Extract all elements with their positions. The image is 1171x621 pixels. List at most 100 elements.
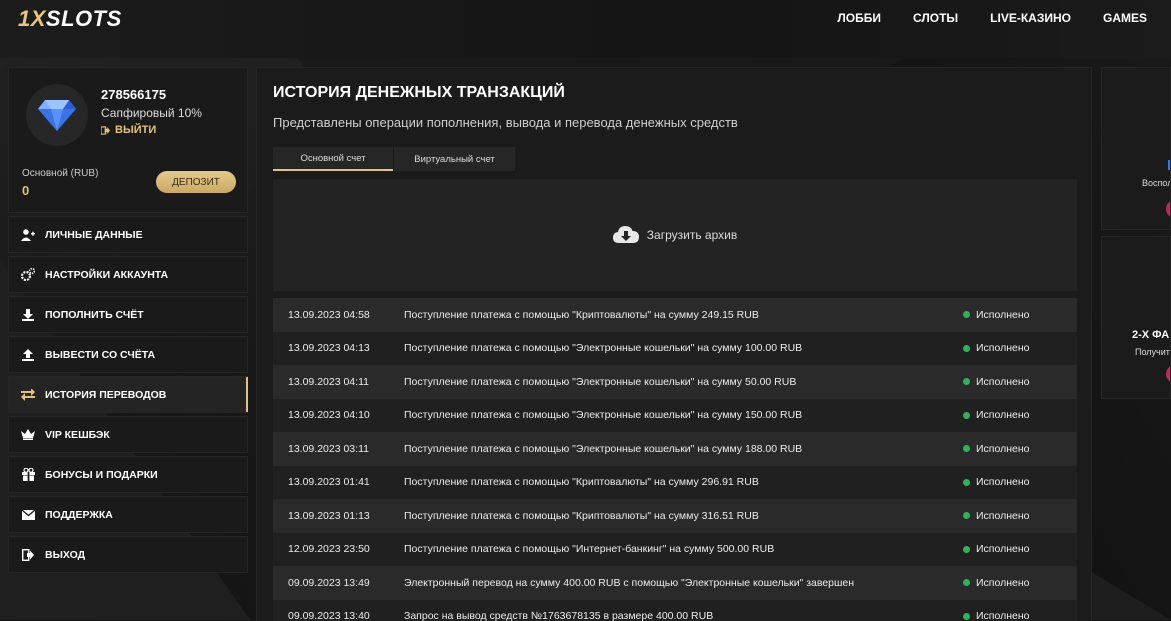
page-subtitle: Представлены операции пополнения, вывода… (273, 115, 738, 130)
avatar (26, 84, 88, 146)
promo-text: Получит (1135, 347, 1170, 357)
tab-main-account[interactable]: Основной счет (273, 147, 393, 171)
user-id: 278566175 (101, 87, 167, 102)
status-badge: Исполнено (963, 342, 1030, 354)
transaction-date: 13.09.2023 04:58 (288, 308, 370, 321)
transaction-date: 09.09.2023 13:49 (288, 576, 370, 589)
sign-out-icon (21, 548, 35, 562)
table-row: 12.09.2023 23:50 Поступление платежа с по… (273, 532, 1077, 566)
site-logo[interactable]: 1XSLOTS (18, 6, 122, 32)
table-row: 13.09.2023 04:13 Поступление платежа с по… (273, 331, 1077, 365)
menu-item-account-settings[interactable]: НАСТРОЙКИ АККАУНТА (8, 256, 248, 293)
menu-label: БОНУСЫ И ПОДАРКИ (45, 468, 158, 481)
table-row: 13.09.2023 01:41 Поступление платежа с по… (273, 465, 1077, 499)
nav-slots[interactable]: СЛОТЫ (897, 0, 974, 36)
transaction-description: Поступление платежа с помощью "Криптовал… (404, 308, 759, 321)
balance-value: 0 (22, 183, 30, 198)
status-dot-icon (963, 445, 970, 453)
logo-suffix: SLOTS (45, 6, 122, 31)
status-text: Исполнено (976, 308, 1030, 321)
balance-label: Основной (RUB) (22, 168, 99, 179)
transaction-description: Поступление платежа с помощью "Электронн… (404, 442, 803, 455)
status-text: Исполнено (976, 509, 1030, 522)
menu-item-bonuses[interactable]: БОНУСЫ И ПОДАРКИ (8, 456, 248, 493)
menu-label: ИСТОРИЯ ПЕРЕВОДОВ (45, 388, 167, 401)
status-dot-icon (963, 512, 970, 520)
menu-item-withdraw[interactable]: ВЫВЕСТИ СО СЧЁТА (8, 336, 248, 373)
table-row: 13.09.2023 03:11 Поступление платежа с по… (273, 432, 1077, 466)
status-text: Исполнено (976, 442, 1030, 455)
promo-column: Воспол 2-Х ФА Получит (1101, 67, 1171, 399)
status-badge: Исполнено (963, 610, 1030, 621)
menu-item-transfer-history[interactable]: ИСТОРИЯ ПЕРЕВОДОВ (8, 376, 248, 413)
status-badge: Исполнено (963, 443, 1030, 455)
tab-virtual-account[interactable]: Виртуальный счет (394, 147, 515, 171)
promo-badge-icon (1166, 200, 1170, 218)
status-dot-icon (963, 411, 970, 419)
menu-item-deposit[interactable]: ПОПОЛНИТЬ СЧЁТ (8, 296, 248, 333)
menu-item-exit[interactable]: ВЫХОД (8, 536, 248, 573)
menu-item-personal-data[interactable]: ЛИЧНЫЕ ДАННЫЕ (8, 216, 248, 253)
transaction-date: 09.09.2023 13:40 (288, 610, 370, 621)
user-level: Сапфировый 10% (101, 106, 202, 120)
transaction-description: Поступление платежа с помощью "Электронн… (404, 375, 797, 388)
profile-card: 278566175 Сапфировый 10% ВЫЙТИ Основной … (8, 67, 248, 213)
menu-label: ПОПОЛНИТЬ СЧЁТ (45, 308, 144, 321)
cloud-download-icon (612, 226, 639, 243)
download-archive-button[interactable]: Загрузить архив (273, 179, 1077, 291)
transaction-description: Поступление платежа с помощью "Электронн… (404, 409, 803, 422)
status-text: Исполнено (976, 576, 1030, 589)
sidebar: 278566175 Сапфировый 10% ВЫЙТИ Основной … (8, 67, 248, 576)
gift-icon (21, 468, 35, 482)
sapphire-diamond-icon (38, 100, 76, 131)
deposit-button[interactable]: ДЕПОЗИТ (156, 171, 236, 193)
top-header: 1XSLOTS ЛОББИ СЛОТЫ LIVE-КАЗИНО GAMES (0, 0, 1171, 58)
promo-card-2fa[interactable]: 2-Х ФА Получит (1101, 236, 1171, 399)
status-badge: Исполнено (963, 543, 1030, 555)
table-row: 13.09.2023 04:11 Поступление платежа с по… (273, 365, 1077, 399)
table-row: 13.09.2023 04:10 Поступление платежа с по… (273, 398, 1077, 432)
menu-label: ВЫВЕСТИ СО СЧЁТА (45, 348, 156, 361)
status-text: Исполнено (976, 409, 1030, 422)
menu-item-support[interactable]: ПОДДЕРЖКА (8, 496, 248, 533)
status-badge: Исполнено (963, 409, 1030, 421)
nav-live-casino[interactable]: LIVE-КАЗИНО (974, 0, 1087, 36)
account-menu: ЛИЧНЫЕ ДАННЫЕ НАСТРОЙКИ АККАУНТА ПОПОЛНИ… (8, 216, 248, 573)
status-badge: Исполнено (963, 476, 1030, 488)
nav-games[interactable]: GAMES (1087, 0, 1171, 36)
table-row: 09.09.2023 13:40 Запрос на вывод средств … (273, 599, 1077, 621)
transactions-table: 13.09.2023 04:58 Поступление платежа с по… (273, 298, 1077, 621)
transaction-date: 13.09.2023 04:11 (288, 375, 369, 388)
status-text: Исполнено (976, 610, 1030, 621)
table-row: 13.09.2023 04:58 Поступление платежа с по… (273, 298, 1077, 332)
transaction-description: Запрос на вывод средств №1763678135 в ра… (404, 610, 714, 621)
status-badge: Исполнено (963, 376, 1030, 388)
transaction-date: 13.09.2023 04:10 (288, 409, 370, 422)
transaction-description: Поступление платежа с помощью "Криптовал… (404, 476, 759, 489)
menu-label: ЛИЧНЫЕ ДАННЫЕ (45, 228, 143, 241)
transaction-date: 13.09.2023 01:13 (288, 509, 370, 522)
transaction-date: 13.09.2023 01:41 (288, 476, 370, 489)
transaction-description: Поступление платежа с помощью "Интернет-… (404, 543, 775, 556)
account-tabs: Основной счет Виртуальный счет (273, 147, 515, 171)
logout-link[interactable]: ВЫЙТИ (101, 124, 156, 136)
menu-item-vip-cashback[interactable]: VIP КЕШБЭК (8, 416, 248, 453)
menu-label: ВЫХОД (45, 548, 86, 561)
promo-card-replenish[interactable]: Воспол (1101, 67, 1171, 230)
envelope-icon (21, 508, 35, 522)
logout-label: ВЫЙТИ (115, 124, 157, 136)
nav-lobby[interactable]: ЛОББИ (821, 0, 897, 36)
download-archive-label: Загрузить архив (646, 228, 738, 242)
status-dot-icon (963, 545, 970, 553)
status-badge: Исполнено (963, 510, 1030, 522)
status-text: Исполнено (976, 476, 1030, 489)
status-text: Исполнено (976, 375, 1030, 388)
sign-out-icon (101, 125, 110, 135)
main-nav: ЛОББИ СЛОТЫ LIVE-КАЗИНО GAMES (821, 0, 1171, 36)
transaction-date: 13.09.2023 03:11 (288, 442, 369, 455)
status-dot-icon (963, 579, 970, 587)
transaction-date: 13.09.2023 04:13 (288, 342, 370, 355)
status-badge: Исполнено (963, 309, 1030, 321)
status-dot-icon (963, 478, 970, 486)
promo-badge-icon (1166, 365, 1170, 383)
